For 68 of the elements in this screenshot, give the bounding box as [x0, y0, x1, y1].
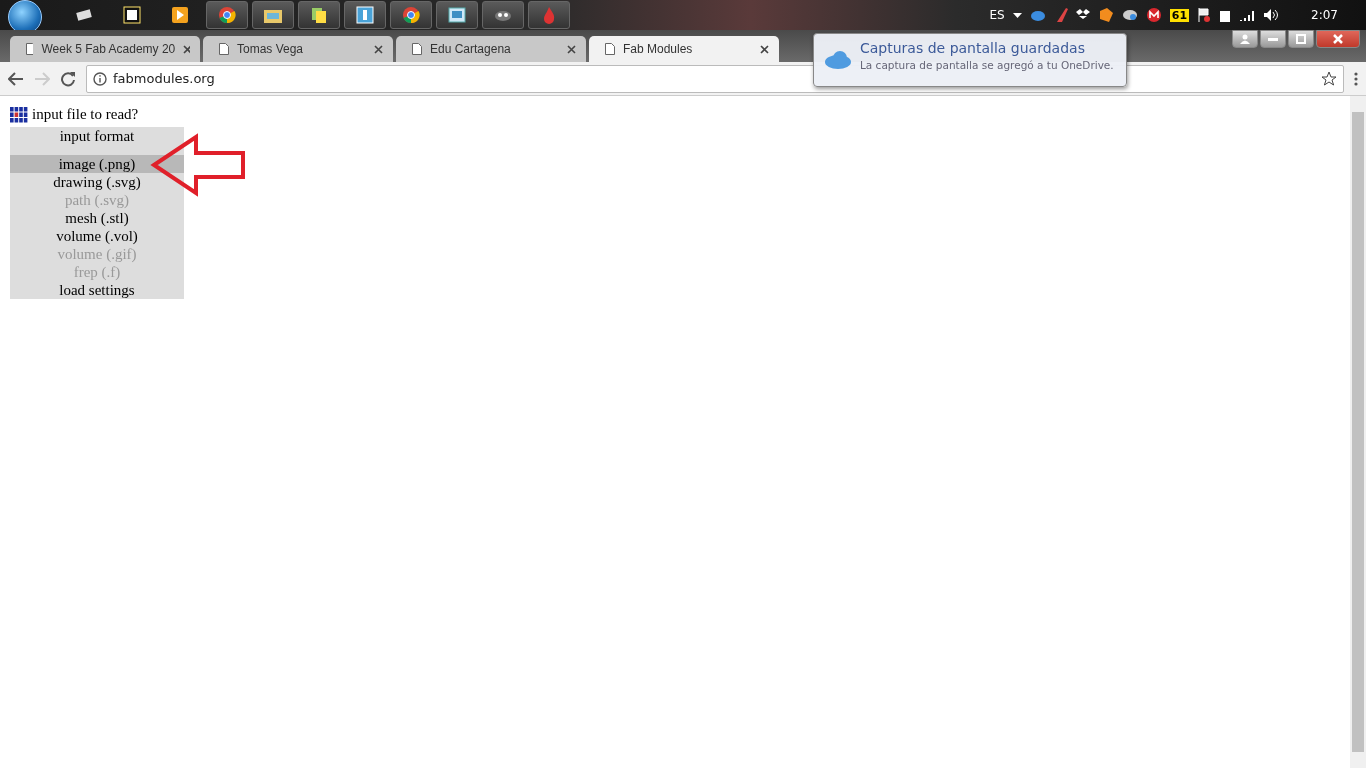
notification-title: Capturas de pantalla guardadas — [860, 40, 1086, 56]
reload-icon[interactable] — [60, 70, 76, 87]
play-icon — [172, 7, 188, 23]
url-text: fabmodules.org — [113, 71, 215, 86]
close-icon — [1333, 34, 1343, 44]
page-icon — [219, 43, 229, 55]
taskbar-app-button[interactable] — [436, 1, 478, 29]
back-arrow-icon[interactable] — [8, 71, 24, 86]
taskbar-app-button[interactable] — [482, 1, 524, 29]
close-icon[interactable] — [183, 44, 190, 54]
taskbar-app-button[interactable] — [344, 1, 386, 29]
grid-logo-icon — [10, 106, 28, 123]
tab-title: Week 5 Fab Academy 20 — [41, 42, 176, 56]
menu-item[interactable]: mesh (.stl) — [10, 209, 184, 227]
menu-item[interactable]: load settings — [10, 281, 184, 299]
taskbar-app-button[interactable] — [390, 1, 432, 29]
info-icon — [93, 71, 107, 86]
page-icon — [605, 43, 615, 55]
close-icon[interactable] — [374, 44, 383, 54]
notebook-icon — [123, 6, 141, 24]
close-icon[interactable] — [760, 44, 769, 54]
scrollbar[interactable] — [1350, 96, 1366, 768]
flame-icon — [542, 6, 556, 24]
person-icon — [1240, 34, 1250, 44]
maximize-button[interactable] — [1288, 30, 1314, 48]
window-icon — [356, 6, 374, 24]
signal-bars-icon[interactable] — [1239, 9, 1256, 21]
taskbar-app-button[interactable] — [206, 1, 248, 29]
language-indicator[interactable]: ES — [989, 8, 1005, 22]
close-button[interactable] — [1316, 30, 1360, 48]
minimize-button[interactable] — [1260, 30, 1286, 48]
page-icon — [412, 43, 422, 55]
browser-tab[interactable]: Week 5 Fab Academy 20 — [10, 36, 200, 62]
browser-tab[interactable]: Fab Modules — [589, 36, 779, 62]
menu-item[interactable]: image (.png) — [10, 155, 184, 173]
browser-icon — [402, 6, 420, 24]
cloud-icon — [822, 50, 852, 70]
taskbar-app-button[interactable] — [298, 1, 340, 29]
tab-title: Fab Modules — [623, 42, 694, 56]
taskbar-app-button[interactable] — [252, 1, 294, 29]
menu-item[interactable]: volume (.vol) — [10, 227, 184, 245]
profile-button[interactable] — [1232, 30, 1258, 48]
mascot-icon — [493, 8, 513, 22]
picture-icon — [448, 7, 466, 23]
star-icon[interactable] — [1321, 70, 1337, 87]
tray-badge[interactable]: 61 — [1169, 8, 1190, 22]
cloud-upload-icon[interactable] — [1029, 9, 1046, 21]
browser-tab[interactable]: Tomas Vega — [203, 36, 393, 62]
caret-icon[interactable] — [1012, 12, 1022, 18]
page-icon — [26, 43, 34, 55]
documents-icon — [310, 6, 328, 24]
m-logo-icon[interactable] — [1145, 7, 1162, 23]
minimize-icon — [1268, 37, 1278, 41]
folder-icon — [264, 7, 282, 23]
menu-icon[interactable] — [1354, 71, 1358, 86]
prompt-text: input file to read? — [32, 106, 139, 123]
tab-title: Edu Cartagena — [430, 42, 512, 56]
menu-item[interactable]: drawing (.svg) — [10, 173, 184, 191]
tab-title: Tomas Vega — [237, 42, 305, 56]
cloud-sync-icon[interactable] — [1121, 9, 1138, 21]
speaker-icon[interactable] — [1263, 8, 1280, 22]
restore-icon — [1296, 34, 1306, 44]
browser-tab[interactable]: Edu Cartagena — [396, 36, 586, 62]
menu-title: input format — [58, 127, 136, 146]
clock[interactable]: 2:07 — [1311, 8, 1338, 22]
close-icon[interactable] — [567, 44, 576, 54]
flag-icon[interactable] — [1197, 7, 1212, 23]
browser-icon — [218, 6, 236, 24]
